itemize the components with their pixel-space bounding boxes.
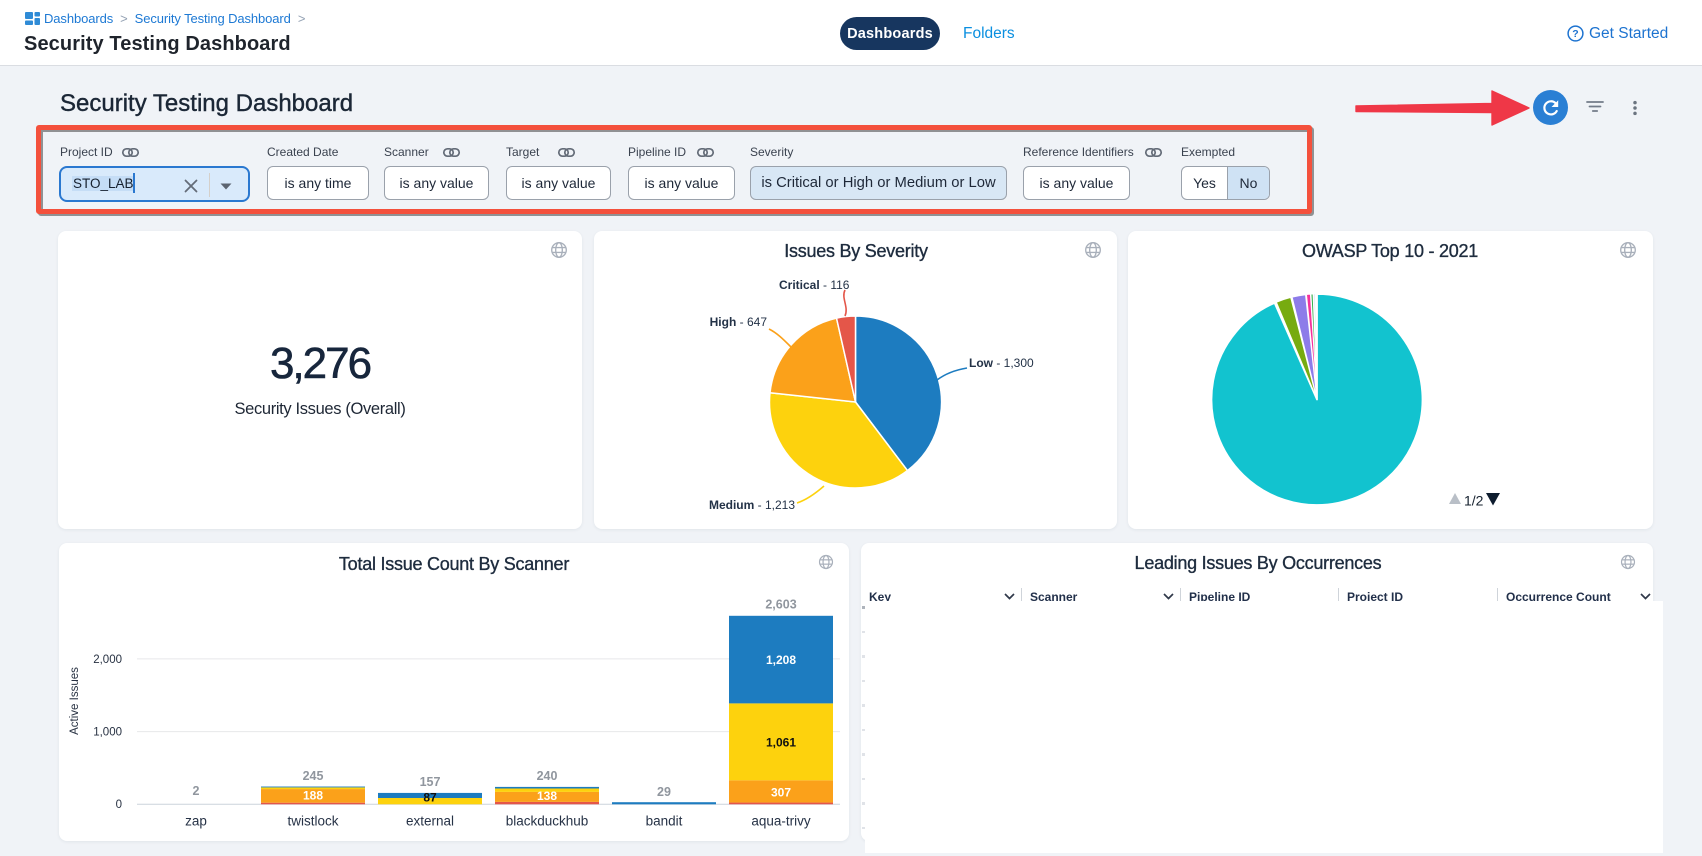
svg-text:1,061: 1,061 (766, 736, 796, 750)
svg-text:87: 87 (423, 791, 437, 805)
svg-text:138: 138 (537, 789, 557, 803)
svg-text:twistlock: twistlock (287, 814, 338, 829)
svg-text:29: 29 (657, 785, 671, 799)
svg-text:zap: zap (185, 814, 207, 829)
svg-text:307: 307 (771, 786, 791, 800)
svg-text:157: 157 (420, 775, 441, 789)
svg-text:1,208: 1,208 (766, 653, 796, 667)
svg-text:188: 188 (303, 789, 323, 803)
svg-text:aqua-trivy: aqua-trivy (751, 814, 811, 829)
svg-text:2: 2 (193, 784, 200, 798)
svg-text:2,603: 2,603 (765, 598, 796, 612)
svg-text:Active Issues: Active Issues (69, 667, 81, 735)
svg-text:240: 240 (537, 769, 558, 783)
svg-text:bandit: bandit (646, 814, 683, 829)
svg-text:blackduckhub: blackduckhub (506, 814, 589, 829)
svg-text:0: 0 (116, 799, 122, 811)
svg-text:1,000: 1,000 (93, 727, 122, 739)
svg-text:2,000: 2,000 (93, 654, 122, 666)
svg-text:external: external (406, 814, 454, 829)
svg-text:245: 245 (303, 769, 324, 783)
